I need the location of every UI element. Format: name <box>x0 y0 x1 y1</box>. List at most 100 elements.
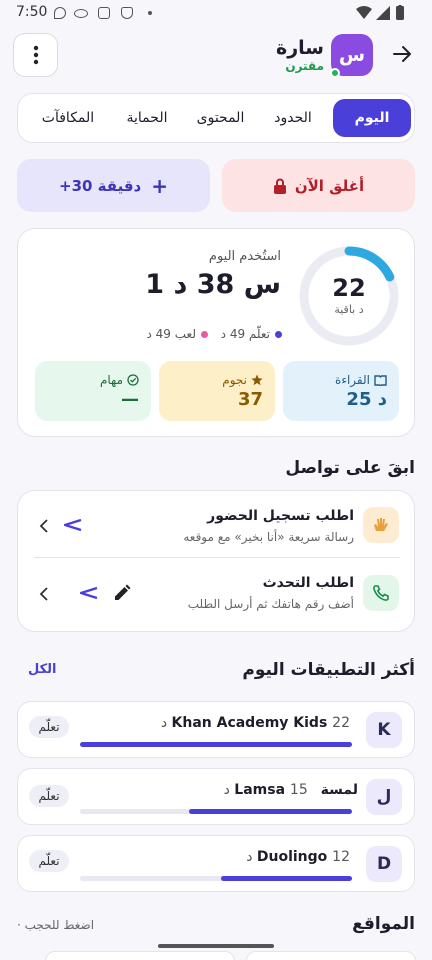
plus-icon: + <box>151 173 168 198</box>
book-icon <box>374 374 387 386</box>
usage-bar-track <box>80 742 352 747</box>
usage-bar-track <box>80 876 352 881</box>
tab-bar: اليوم الحدود المحتوى الحماية المكافآت <box>17 93 415 143</box>
lock-now-button[interactable]: أغلق الآن <box>222 159 415 212</box>
app-name: Khan Academy Kids <box>171 715 328 731</box>
app-row[interactable]: ل لمسة Lamsa 15 د تعلّم <box>17 768 415 825</box>
status-time: 7:50 <box>16 4 48 20</box>
stars-title-label: نجوم <box>222 373 247 387</box>
app-name: Duolingo <box>256 849 328 865</box>
online-status-dot <box>330 68 340 78</box>
checkin-request-row[interactable]: اطلب تسجيل الحضور رسالة سريعة «أنا بخير»… <box>18 491 414 561</box>
site-card[interactable] <box>45 951 235 960</box>
battery-icon <box>396 5 404 20</box>
play-legend-label: لعب 49 د <box>146 327 197 341</box>
gesture-nav-bar[interactable] <box>158 944 274 948</box>
usage-card: 22 د باقية استُخدم اليوم 1 س 38 د تعلّم … <box>17 228 415 437</box>
tab-content[interactable]: المحتوى <box>183 99 258 137</box>
lock-now-label: أغلق الآن <box>294 176 365 195</box>
remaining-value: 22 <box>332 274 366 302</box>
lock-icon <box>273 178 286 194</box>
learn-legend-label: تعلّم 49 د <box>220 327 270 341</box>
tab-limits[interactable]: الحدود <box>258 99 328 137</box>
shield-icon <box>121 7 133 19</box>
wave-hand-icon <box>374 518 388 531</box>
tab-rewards-label: المكافآت <box>41 110 95 126</box>
call-request-row[interactable]: اطلب التحدث أضف رقم هاتفك ثم أرسل الطلب <box>18 561 414 631</box>
app-letter: K <box>377 720 391 740</box>
call-subtitle: أضف رقم هاتفك ثم أرسل الطلب <box>187 597 354 611</box>
wifi-icon <box>356 6 372 19</box>
check-circle-icon <box>127 374 139 386</box>
reading-title-label: القراءة <box>335 373 370 387</box>
tab-content-label: المحتوى <box>196 110 245 126</box>
reading-stat-title: القراءة <box>335 373 387 387</box>
app-icon: ل <box>366 779 402 815</box>
usage-bar-track <box>80 809 352 814</box>
stars-stat-value: 37 <box>237 389 263 410</box>
see-all-link[interactable]: الكل <box>28 662 57 677</box>
app-category-label: تعلّم <box>38 789 60 803</box>
learn-legend: تعلّم 49 د <box>198 327 282 341</box>
app-category-badge: تعلّم <box>29 850 69 872</box>
tab-protection[interactable]: الحماية <box>111 99 183 137</box>
back-arrow-icon[interactable] <box>392 44 412 64</box>
app-letter: D <box>376 854 392 874</box>
app-icon: K <box>366 712 402 748</box>
more-vertical-icon <box>33 45 38 65</box>
profile-name: سارة <box>276 37 324 59</box>
tab-today[interactable]: اليوم <box>333 99 411 137</box>
remaining-label: د باقية <box>334 303 364 316</box>
tasks-stat-title: مهام <box>100 373 139 387</box>
sites-hint: · اضغط للحجب <box>17 918 95 932</box>
send-icon[interactable] <box>64 519 82 531</box>
app-icon: D <box>366 846 402 882</box>
usage-bar-fill <box>80 742 352 747</box>
more-menu-button[interactable] <box>13 33 58 77</box>
tab-today-label: اليوم <box>354 110 390 126</box>
star-icon <box>251 374 263 386</box>
connect-section-title: ابقَ على تواصل <box>285 458 415 478</box>
more-dot-icon <box>148 11 152 15</box>
chevron-left-icon <box>39 587 48 601</box>
checkin-icon-box <box>363 507 399 543</box>
site-card[interactable] <box>246 951 416 960</box>
chevron-left-icon <box>39 519 48 533</box>
app-name-line: Duolingo 12 د <box>114 849 358 865</box>
tab-protection-label: الحماية <box>126 110 168 126</box>
call-icon-box <box>363 575 399 611</box>
checkin-title: اطلب تسجيل الحضور <box>207 508 354 524</box>
profile-status: مقترن <box>285 59 324 73</box>
row-divider <box>34 557 400 558</box>
send-icon[interactable] <box>80 587 98 599</box>
edit-pencil-icon[interactable] <box>113 584 131 602</box>
app-row[interactable]: D Duolingo 12 د تعلّم <box>17 835 415 892</box>
app-row[interactable]: K Khan Academy Kids 22 د تعلّم <box>17 701 415 758</box>
top-apps-title: أكثر التطبيقات اليوم <box>242 660 415 680</box>
play-dot-icon <box>201 330 208 338</box>
stars-stat: نجوم 37 <box>159 361 275 421</box>
reading-stat-value: 25 د <box>346 389 387 410</box>
tab-rewards[interactable]: المكافآت <box>28 99 108 137</box>
tab-limits-label: الحدود <box>274 110 312 126</box>
reading-stat: القراءة 25 د <box>283 361 399 421</box>
usage-bar-fill <box>188 809 352 814</box>
app-name-line: لمسة Lamsa 15 د <box>114 782 358 798</box>
call-title: اطلب التحدث <box>262 575 354 591</box>
stars-stat-title: نجوم <box>222 373 263 387</box>
app-category-badge: تعلّم <box>29 785 69 807</box>
learn-dot-icon <box>275 330 282 338</box>
add-time-label: +30 دقيقة <box>59 176 142 195</box>
app-name-line: Khan Academy Kids 22 د <box>114 715 358 731</box>
notification-icon <box>54 7 66 19</box>
eye-icon <box>74 9 88 18</box>
profile-info: سارة مقترن <box>230 37 324 73</box>
add-time-button[interactable]: +30 دقيقة + <box>17 159 210 212</box>
usage-bar-fill <box>221 876 352 881</box>
phone-icon <box>373 585 389 601</box>
avatar-letter: س <box>338 44 366 66</box>
connect-card: اطلب تسجيل الحضور رسالة سريعة «أنا بخير»… <box>17 490 415 632</box>
app-category-label: تعلّم <box>38 720 60 734</box>
play-legend: لعب 49 د <box>128 327 208 341</box>
tasks-title-label: مهام <box>99 373 123 387</box>
